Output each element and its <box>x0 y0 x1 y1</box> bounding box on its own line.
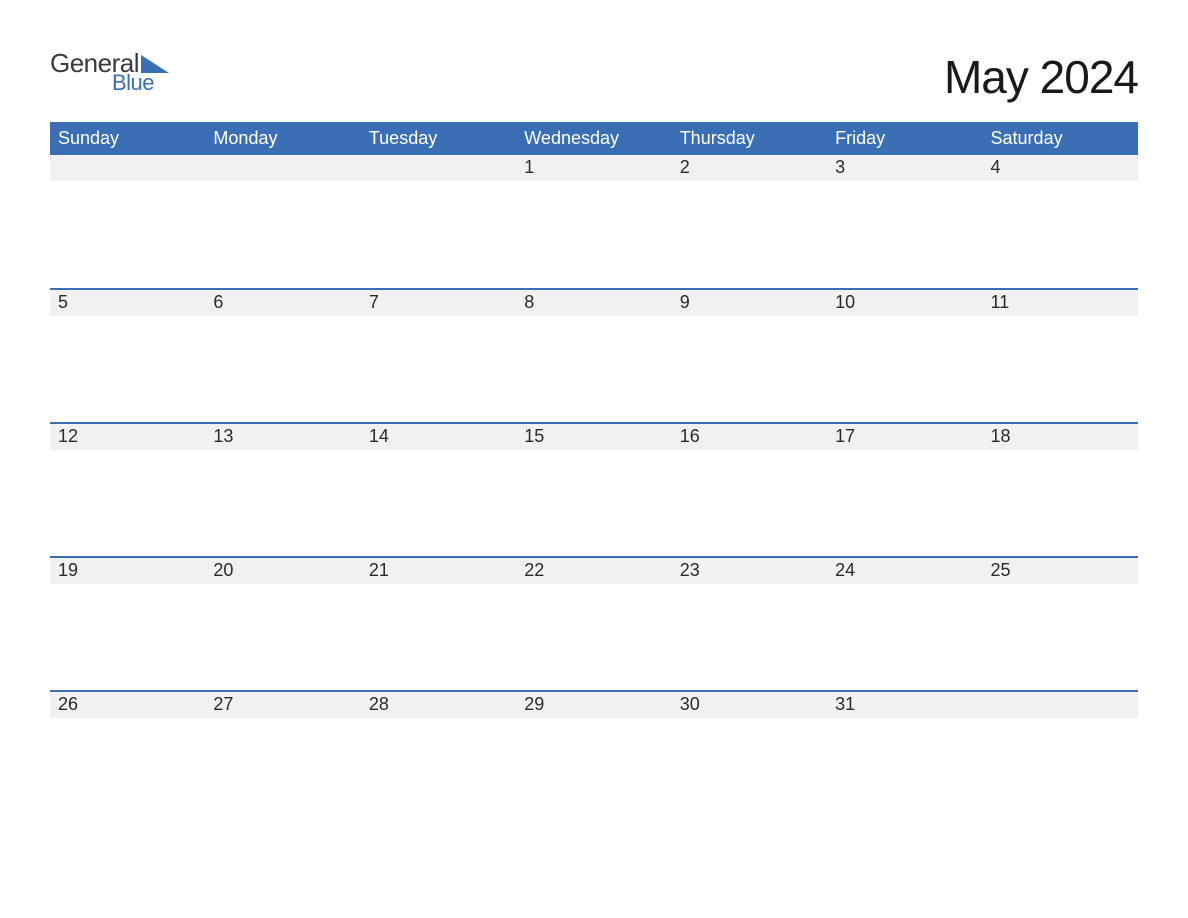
calendar-cell: 26 <box>50 691 205 825</box>
day-number <box>983 692 1138 718</box>
day-number: 4 <box>983 155 1138 181</box>
calendar-cell: 31 <box>827 691 982 825</box>
calendar-title: May 2024 <box>944 50 1138 104</box>
day-number: 21 <box>361 558 516 584</box>
day-number: 16 <box>672 424 827 450</box>
calendar-cell: 30 <box>672 691 827 825</box>
calendar-header: General Blue May 2024 <box>50 50 1138 104</box>
calendar-cell <box>50 155 205 289</box>
day-number: 20 <box>205 558 360 584</box>
calendar-cell: 22 <box>516 557 671 691</box>
day-number: 14 <box>361 424 516 450</box>
day-number: 28 <box>361 692 516 718</box>
day-number <box>361 155 516 181</box>
calendar-cell: 21 <box>361 557 516 691</box>
calendar-week-row: 1 2 3 4 <box>50 155 1138 289</box>
calendar-cell: 9 <box>672 289 827 423</box>
weekday-header: Sunday <box>50 122 205 155</box>
day-number: 11 <box>983 290 1138 316</box>
calendar-cell: 10 <box>827 289 982 423</box>
calendar-cell: 6 <box>205 289 360 423</box>
day-number: 10 <box>827 290 982 316</box>
day-number: 17 <box>827 424 982 450</box>
calendar-cell: 20 <box>205 557 360 691</box>
day-number: 29 <box>516 692 671 718</box>
day-number <box>205 155 360 181</box>
calendar-grid: Sunday Monday Tuesday Wednesday Thursday… <box>50 122 1138 825</box>
calendar-week-row: 12 13 14 15 16 17 18 <box>50 423 1138 557</box>
calendar-cell: 5 <box>50 289 205 423</box>
calendar-cell: 18 <box>983 423 1138 557</box>
logo: General Blue <box>50 50 169 94</box>
calendar-cell: 4 <box>983 155 1138 289</box>
day-number: 18 <box>983 424 1138 450</box>
day-number: 26 <box>50 692 205 718</box>
weekday-header: Friday <box>827 122 982 155</box>
calendar-cell: 1 <box>516 155 671 289</box>
day-number: 9 <box>672 290 827 316</box>
day-number: 7 <box>361 290 516 316</box>
day-number: 24 <box>827 558 982 584</box>
calendar-cell <box>361 155 516 289</box>
calendar-cell: 11 <box>983 289 1138 423</box>
calendar-cell: 2 <box>672 155 827 289</box>
day-number: 13 <box>205 424 360 450</box>
calendar-cell <box>983 691 1138 825</box>
day-number: 27 <box>205 692 360 718</box>
calendar-cell: 25 <box>983 557 1138 691</box>
calendar-cell: 17 <box>827 423 982 557</box>
day-number: 1 <box>516 155 671 181</box>
calendar-cell: 13 <box>205 423 360 557</box>
calendar-cell: 15 <box>516 423 671 557</box>
weekday-header: Thursday <box>672 122 827 155</box>
logo-text-blue: Blue <box>112 72 169 94</box>
day-number: 23 <box>672 558 827 584</box>
calendar-cell: 7 <box>361 289 516 423</box>
calendar-cell: 8 <box>516 289 671 423</box>
calendar-cell: 27 <box>205 691 360 825</box>
weekday-header: Saturday <box>983 122 1138 155</box>
day-number: 19 <box>50 558 205 584</box>
day-number: 31 <box>827 692 982 718</box>
calendar-cell: 14 <box>361 423 516 557</box>
calendar-week-row: 26 27 28 29 30 31 <box>50 691 1138 825</box>
day-number: 22 <box>516 558 671 584</box>
calendar-cell <box>205 155 360 289</box>
day-number: 3 <box>827 155 982 181</box>
weekday-header-row: Sunday Monday Tuesday Wednesday Thursday… <box>50 122 1138 155</box>
day-number: 12 <box>50 424 205 450</box>
weekday-header: Monday <box>205 122 360 155</box>
calendar-cell: 23 <box>672 557 827 691</box>
calendar-cell: 12 <box>50 423 205 557</box>
weekday-header: Wednesday <box>516 122 671 155</box>
weekday-header: Tuesday <box>361 122 516 155</box>
calendar-cell: 19 <box>50 557 205 691</box>
day-number: 30 <box>672 692 827 718</box>
calendar-cell: 24 <box>827 557 982 691</box>
calendar-cell: 3 <box>827 155 982 289</box>
calendar-week-row: 19 20 21 22 23 24 25 <box>50 557 1138 691</box>
day-number: 6 <box>205 290 360 316</box>
calendar-cell: 16 <box>672 423 827 557</box>
day-number: 15 <box>516 424 671 450</box>
day-number: 2 <box>672 155 827 181</box>
calendar-cell: 29 <box>516 691 671 825</box>
day-number: 25 <box>983 558 1138 584</box>
day-number: 5 <box>50 290 205 316</box>
calendar-cell: 28 <box>361 691 516 825</box>
day-number <box>50 155 205 181</box>
calendar-week-row: 5 6 7 8 9 10 11 <box>50 289 1138 423</box>
day-number: 8 <box>516 290 671 316</box>
